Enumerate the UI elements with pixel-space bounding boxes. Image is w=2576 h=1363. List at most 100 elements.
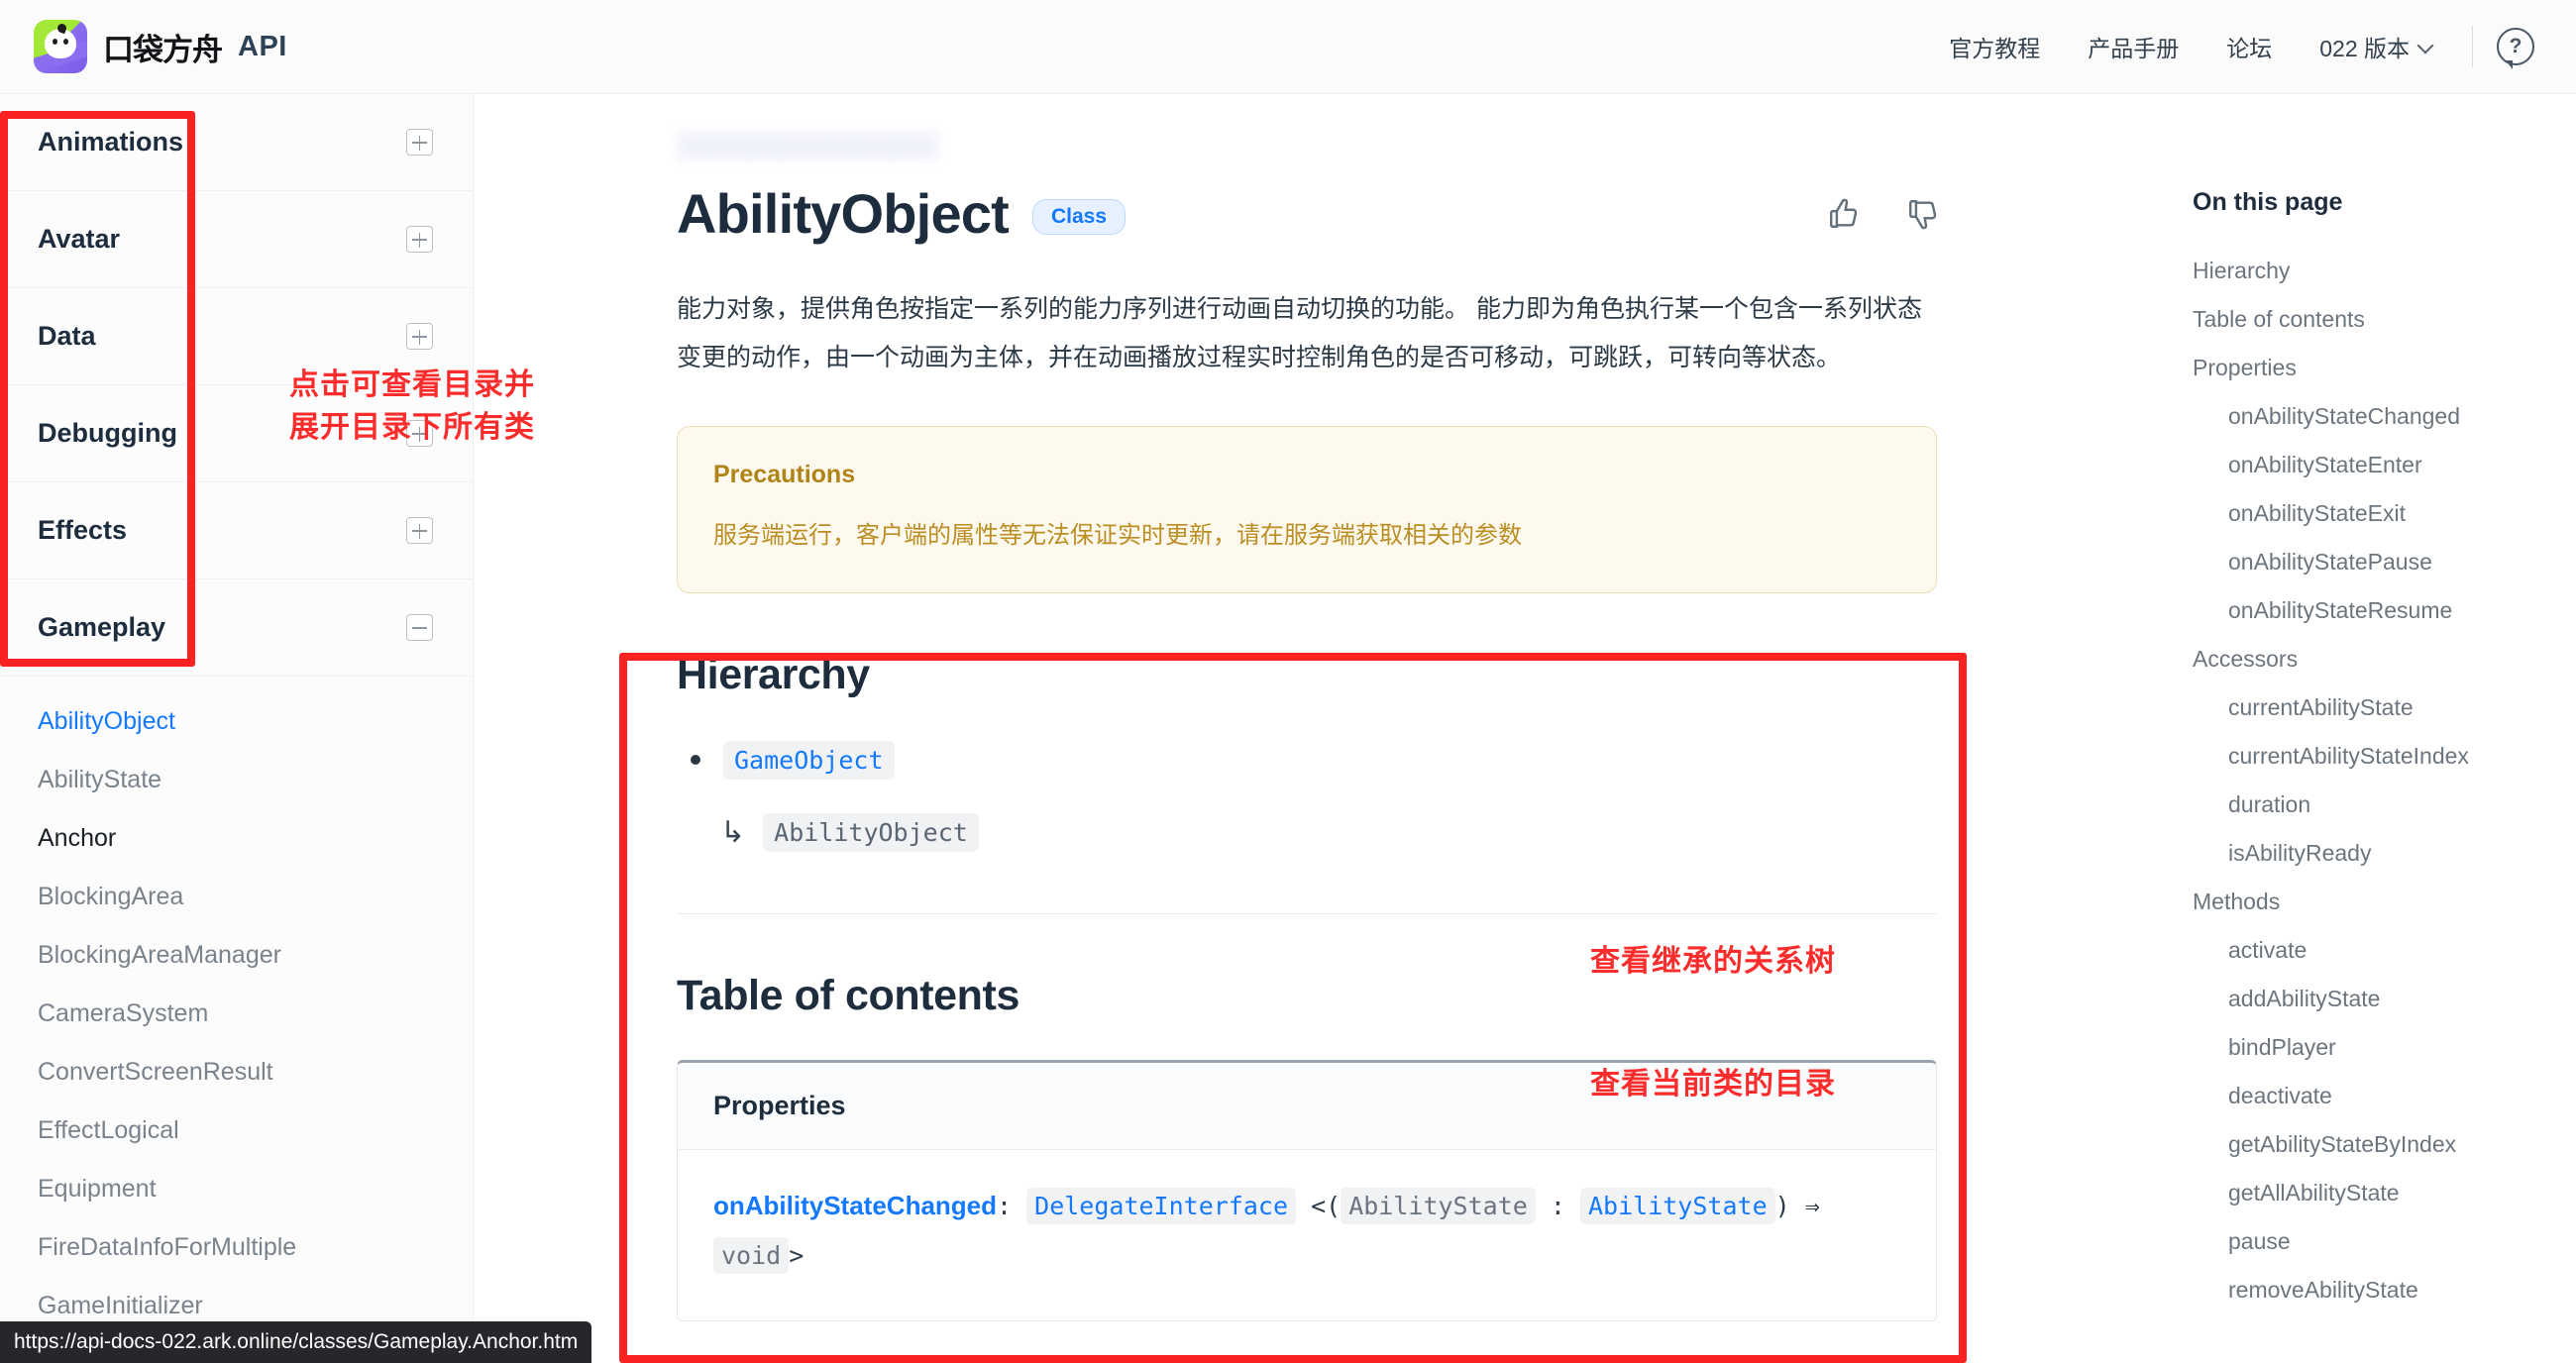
sidebar-item-firedatainfoformultiple[interactable]: FireDataInfoForMultiple — [38, 1218, 473, 1277]
signature-name[interactable]: onAbilityStateChanged — [713, 1191, 997, 1220]
top-navigation: 官方教程 产品手册 论坛 022 版本 ? — [1925, 26, 2534, 69]
rtoc-item-isabilityready[interactable]: isAbilityReady — [2193, 829, 2576, 878]
chevron-down-icon — [2418, 40, 2432, 53]
status-badge: Class — [1031, 198, 1127, 235]
rtoc-item-properties[interactable]: Properties — [2193, 344, 2576, 392]
rtoc-item-hierarchy[interactable]: Hierarchy — [2193, 247, 2576, 295]
signature-end: > — [789, 1240, 805, 1270]
page-title: AbilityObject — [677, 182, 1010, 245]
sidebar-category-avatar[interactable]: Avatar — [0, 191, 473, 288]
sidebar-item-abilityobject[interactable]: AbilityObject — [38, 692, 473, 751]
hierarchy-parent-link[interactable]: GameObject — [723, 740, 895, 780]
rtoc-item-table-of-contents[interactable]: Table of contents — [2193, 295, 2576, 344]
signature-param-type[interactable]: AbilityState — [1580, 1187, 1775, 1224]
sidebar-category-animations[interactable]: Animations — [0, 94, 473, 191]
help-glyph: ? — [2509, 35, 2522, 57]
nav-divider — [2472, 26, 2473, 67]
sidebar-category-label: Data — [38, 321, 96, 351]
rtoc-item-onabilitystateresume[interactable]: onAbilityStateResume — [2193, 586, 2576, 635]
page-title-row: AbilityObject Class — [677, 181, 1940, 246]
sidebar-item-equipment[interactable]: Equipment — [38, 1160, 473, 1218]
signature-arrow: ⇒ — [1804, 1191, 1820, 1220]
sidebar-category-label: Avatar — [38, 224, 121, 254]
status-bar-url: https://api-docs-022.ark.online/classes/… — [14, 1330, 579, 1353]
help-icon[interactable]: ? — [2497, 28, 2534, 69]
rtoc-item-onabilitystateenter[interactable]: onAbilityStateEnter — [2193, 441, 2576, 489]
sidebar-item-anchor[interactable]: Anchor — [38, 809, 473, 868]
brand-name-cn: 口袋方舟 — [103, 32, 223, 67]
toc-heading: Table of contents — [677, 971, 1020, 1019]
nav-link-manual[interactable]: 产品手册 — [2064, 30, 2202, 63]
property-signature: onAbilityStateChanged: DelegateInterface… — [713, 1187, 1820, 1274]
table-of-contents-section: Table of contents Properties onAbilitySt… — [677, 972, 2148, 1321]
rtoc-item-currentabilitystateindex[interactable]: currentAbilityStateIndex — [2193, 732, 2576, 781]
rtoc-item-currentabilitystate[interactable]: currentAbilityState — [2193, 683, 2576, 732]
hierarchy-parent-row: GameObject — [677, 740, 2148, 780]
expand-plus-icon[interactable] — [406, 226, 433, 253]
signature-param-name: AbilityState — [1341, 1187, 1536, 1224]
rtoc-item-onabilitystateexit[interactable]: onAbilityStateExit — [2193, 489, 2576, 538]
sidebar-class-list: AbilityObject AbilityState Anchor Blocki… — [0, 677, 473, 1363]
signature-close: ) — [1774, 1191, 1790, 1220]
breadcrumb: Gameplay AbilityObject — [677, 132, 2148, 160]
rtoc-item-bindplayer[interactable]: bindPlayer — [2193, 1023, 2576, 1072]
sidebar-item-blockingarea[interactable]: BlockingArea — [38, 868, 473, 926]
collapse-minus-icon[interactable] — [406, 614, 433, 641]
hierarchy-section: Hierarchy GameObject ↳ AbilityObject — [677, 651, 2148, 914]
on-this-page-panel: On this page Hierarchy Table of contents… — [2148, 94, 2576, 1363]
version-selector-label: 022 版本 — [2319, 36, 2410, 61]
callout-body: 服务端运行，客户端的属性等无法保证实时更新，请在服务端获取相关的参数 — [713, 521, 1522, 549]
brand-name-api: API — [238, 30, 287, 62]
arrow-branch-icon: ↳ — [720, 814, 746, 850]
app-logo-icon — [34, 20, 87, 73]
sidebar-item-convertscreenresult[interactable]: ConvertScreenResult — [38, 1043, 473, 1101]
nav-link-forum[interactable]: 论坛 — [2202, 30, 2296, 63]
hierarchy-child-label: AbilityObject — [763, 812, 979, 852]
rtoc-item-addabilitystate[interactable]: addAbilityState — [2193, 975, 2576, 1023]
sidebar-item-camerasystem[interactable]: CameraSystem — [38, 985, 473, 1043]
rtoc-item-onabilitystatepause[interactable]: onAbilityStatePause — [2193, 538, 2576, 586]
left-sidebar[interactable]: Animations Avatar Data Debugging Effects… — [0, 94, 474, 1363]
rtoc-item-duration[interactable]: duration — [2193, 781, 2576, 829]
rtoc-item-activate[interactable]: activate — [2193, 926, 2576, 975]
sidebar-item-abilitystate[interactable]: AbilityState — [38, 751, 473, 809]
precautions-callout: Precautions 服务端运行，客户端的属性等无法保证实时更新，请在服务端获… — [677, 425, 1937, 593]
sidebar-category-label: Effects — [38, 515, 128, 545]
sidebar-category-label: Gameplay — [38, 612, 166, 642]
section-divider — [677, 912, 1937, 914]
rtoc-item-onabilitystatechanged[interactable]: onAbilityStateChanged — [2193, 392, 2576, 441]
rtoc-item-getallabilitystate[interactable]: getAllAbilityState — [2193, 1169, 2576, 1217]
bullet-icon — [691, 755, 700, 766]
page-description: 能力对象，提供角色按指定一系列的能力序列进行动画自动切换的功能。 能力即为角色执… — [677, 295, 1922, 371]
thumbs-up-icon[interactable] — [1827, 197, 1861, 231]
sidebar-item-blockingareamanager[interactable]: BlockingAreaManager — [38, 926, 473, 985]
expand-plus-icon[interactable] — [406, 323, 433, 350]
on-this-page-title: On this page — [2193, 188, 2343, 216]
nav-link-tutorial[interactable]: 官方教程 — [1925, 30, 2064, 63]
main-content: Gameplay AbilityObject AbilityObject Cla… — [474, 94, 2148, 1363]
rtoc-item-accessors[interactable]: Accessors — [2193, 635, 2576, 683]
version-selector[interactable]: 022 版本 — [2296, 30, 2456, 63]
signature-type[interactable]: DelegateInterface — [1026, 1187, 1297, 1224]
rtoc-item-deactivate[interactable]: deactivate — [2193, 1072, 2576, 1120]
rtoc-item-removeabilitystate[interactable]: removeAbilityState — [2193, 1266, 2576, 1314]
rtoc-item-getabilitystatebyindex[interactable]: getAbilityStateByIndex — [2193, 1120, 2576, 1169]
sidebar-category-label: Animations — [38, 127, 184, 157]
callout-title: Precautions — [713, 460, 856, 488]
annotation-text-toc: 查看当前类的目录 — [1590, 1068, 1836, 1101]
expand-plus-icon[interactable] — [406, 517, 433, 544]
brand-logo[interactable]: 口袋方舟 API — [34, 20, 287, 73]
breadcrumb-text: Gameplay AbilityObject — [677, 132, 940, 160]
sidebar-category-effects[interactable]: Effects — [0, 482, 473, 579]
sidebar-item-effectlogical[interactable]: EffectLogical — [38, 1101, 473, 1160]
signature-colon: : — [997, 1191, 1013, 1220]
rtoc-item-methods[interactable]: Methods — [2193, 878, 2576, 926]
expand-plus-icon[interactable] — [406, 129, 433, 156]
signature-return-type: void — [713, 1236, 790, 1274]
hierarchy-heading: Hierarchy — [677, 650, 870, 698]
sidebar-category-gameplay[interactable]: Gameplay — [0, 579, 473, 677]
browser-status-bar: https://api-docs-022.ark.online/classes/… — [0, 1321, 592, 1363]
top-header-bar: 口袋方舟 API 官方教程 产品手册 论坛 022 版本 ? — [0, 0, 2576, 94]
rtoc-item-pause[interactable]: pause — [2193, 1217, 2576, 1266]
thumbs-down-icon[interactable] — [1906, 197, 1940, 231]
